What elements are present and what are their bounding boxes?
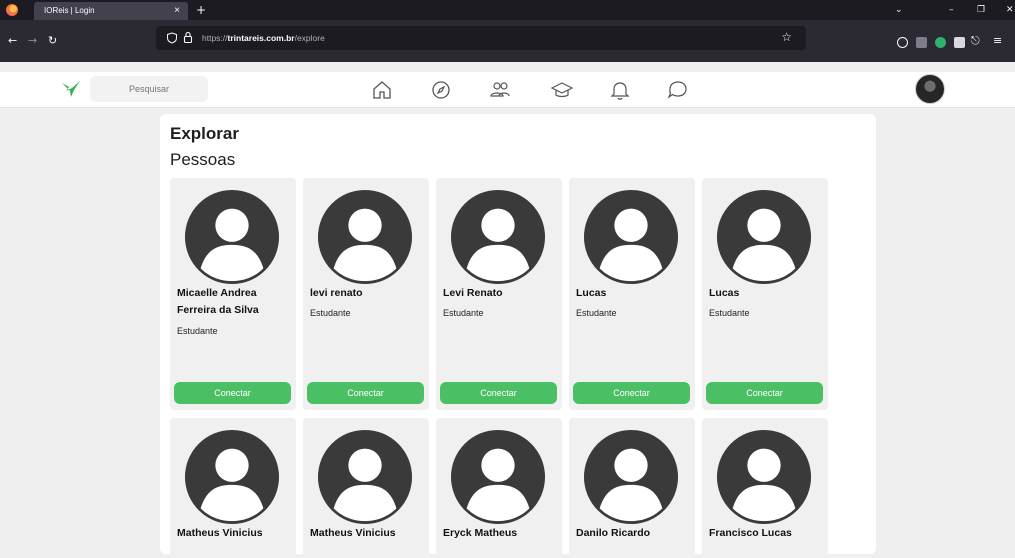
shield-icon[interactable] bbox=[166, 32, 178, 44]
connect-button[interactable]: Conectar bbox=[706, 382, 823, 404]
default-avatar-icon[interactable] bbox=[715, 428, 813, 526]
bookmark-star-icon[interactable]: ☆ bbox=[781, 30, 792, 44]
person-card[interactable]: Eryck Matheus bbox=[436, 418, 562, 558]
graduation-cap-icon[interactable] bbox=[550, 78, 574, 102]
person-name[interactable]: Matheus Vinicius bbox=[177, 525, 293, 542]
browser-tab[interactable]: IOReis | Login × bbox=[34, 2, 188, 20]
home-icon[interactable] bbox=[370, 78, 394, 102]
default-avatar-icon[interactable] bbox=[449, 428, 547, 526]
minimize-icon[interactable]: – bbox=[949, 0, 954, 20]
person-card[interactable]: Francisco Lucas bbox=[702, 418, 828, 558]
person-name[interactable]: Danilo Ricardo bbox=[576, 525, 692, 542]
person-name[interactable]: Lucas bbox=[709, 285, 825, 302]
person-role: Estudante bbox=[576, 308, 617, 318]
default-avatar-icon[interactable] bbox=[715, 188, 813, 286]
url-text[interactable]: https://trintareis.com.br/explore bbox=[202, 26, 325, 50]
default-avatar-icon[interactable] bbox=[316, 188, 414, 286]
tab-list-chevron-icon[interactable]: ⌄ bbox=[895, 0, 903, 20]
browser-nav-bar: ← → ↻ https://trintareis.com.br/explore … bbox=[0, 20, 1015, 62]
url-path: /explore bbox=[294, 33, 325, 43]
default-avatar-icon[interactable] bbox=[449, 188, 547, 286]
connect-button[interactable]: Conectar bbox=[440, 382, 557, 404]
people-icon[interactable] bbox=[488, 78, 512, 102]
section-title-people: Pessoas bbox=[170, 150, 236, 169]
person-card[interactable]: Lucas Estudante Conectar bbox=[702, 178, 828, 410]
tab-title: IOReis | Login bbox=[44, 6, 95, 15]
default-avatar-icon[interactable] bbox=[582, 428, 680, 526]
default-avatar-icon[interactable] bbox=[582, 188, 680, 286]
default-avatar-icon[interactable] bbox=[316, 428, 414, 526]
address-bar[interactable]: https://trintareis.com.br/explore ☆ bbox=[156, 26, 806, 50]
extension-shield-icon[interactable] bbox=[954, 37, 965, 48]
connect-button[interactable]: Conectar bbox=[307, 382, 424, 404]
person-role: Estudante bbox=[177, 326, 218, 336]
person-role: Estudante bbox=[310, 308, 351, 318]
back-icon[interactable]: ← bbox=[8, 32, 17, 50]
person-name[interactable]: Francisco Lucas bbox=[709, 525, 825, 542]
connect-button[interactable]: Conectar bbox=[174, 382, 291, 404]
page-title: Explorar bbox=[170, 124, 239, 143]
user-avatar[interactable] bbox=[915, 74, 945, 104]
reload-icon[interactable]: ↻ bbox=[48, 32, 57, 50]
url-prefix: https:// bbox=[202, 33, 228, 43]
person-card[interactable]: Matheus Vinicius bbox=[170, 418, 296, 558]
firefox-icon bbox=[6, 4, 18, 16]
connect-button[interactable]: Conectar bbox=[573, 382, 690, 404]
person-card[interactable]: Matheus Vinicius bbox=[303, 418, 429, 558]
search-input[interactable] bbox=[90, 76, 208, 102]
person-card[interactable]: Danilo Ricardo bbox=[569, 418, 695, 558]
extensions-puzzle-icon[interactable]: ⎋ bbox=[971, 32, 980, 50]
extension-m-icon[interactable] bbox=[916, 37, 927, 48]
hummingbird-logo-icon[interactable] bbox=[60, 78, 82, 100]
person-name[interactable]: Micaelle Andrea Ferreira da Silva bbox=[177, 285, 293, 319]
compass-icon[interactable] bbox=[429, 78, 453, 102]
person-role: Estudante bbox=[443, 308, 484, 318]
person-name[interactable]: Eryck Matheus bbox=[443, 525, 559, 542]
restore-icon[interactable]: ❐ bbox=[977, 0, 985, 20]
new-tab-button[interactable]: + bbox=[196, 0, 206, 20]
lock-icon[interactable] bbox=[183, 31, 193, 44]
person-card[interactable]: Lucas Estudante Conectar bbox=[569, 178, 695, 410]
person-name[interactable]: Matheus Vinicius bbox=[310, 525, 426, 542]
forward-icon[interactable]: → bbox=[28, 32, 37, 50]
default-avatar-icon[interactable] bbox=[183, 188, 281, 286]
chat-bubble-icon[interactable] bbox=[666, 78, 690, 102]
extension-green-icon[interactable] bbox=[935, 37, 946, 48]
person-name[interactable]: levi renato bbox=[310, 285, 426, 302]
person-role: Estudante bbox=[709, 308, 750, 318]
tab-close-icon[interactable]: × bbox=[174, 2, 180, 20]
person-name[interactable]: Levi Renato bbox=[443, 285, 559, 302]
browser-tab-bar: IOReis | Login × + ⌄ – ❐ ✕ bbox=[0, 0, 1015, 20]
url-domain: trintareis.com.br bbox=[227, 33, 295, 43]
person-name[interactable]: Lucas bbox=[576, 285, 692, 302]
bell-icon[interactable] bbox=[608, 78, 632, 102]
menu-icon[interactable]: ≡ bbox=[993, 32, 1002, 50]
site-header bbox=[0, 72, 1015, 108]
pocket-icon[interactable] bbox=[897, 37, 908, 48]
person-card[interactable]: Levi Renato Estudante Conectar bbox=[436, 178, 562, 410]
person-card[interactable]: Micaelle Andrea Ferreira da Silva Estudan… bbox=[170, 178, 296, 410]
default-avatar-icon[interactable] bbox=[183, 428, 281, 526]
close-window-icon[interactable]: ✕ bbox=[1006, 0, 1014, 20]
person-card[interactable]: levi renato Estudante Conectar bbox=[303, 178, 429, 410]
